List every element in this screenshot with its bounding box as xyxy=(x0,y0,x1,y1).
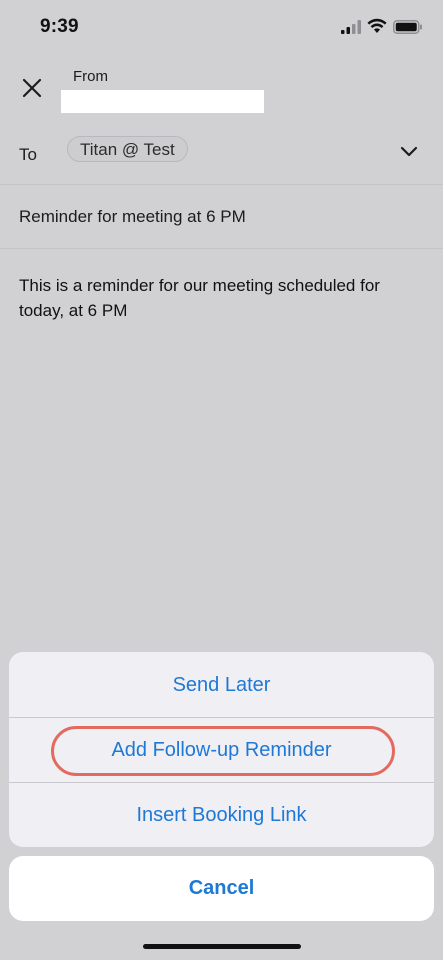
action-sheet: Send Later Add Follow-up Reminder Insert… xyxy=(9,652,434,847)
close-icon[interactable] xyxy=(20,76,44,100)
cellular-signal-icon xyxy=(341,20,361,34)
wifi-icon xyxy=(367,18,387,33)
cancel-button[interactable]: Cancel xyxy=(9,856,434,921)
recipient-chip[interactable]: Titan @ Test xyxy=(67,136,188,162)
divider xyxy=(0,184,443,185)
home-indicator xyxy=(143,944,301,949)
from-label: From xyxy=(73,68,108,85)
from-address-field[interactable] xyxy=(61,90,264,113)
subject-field[interactable]: Reminder for meeting at 6 PM xyxy=(19,207,246,227)
divider xyxy=(0,248,443,249)
compose-screen: 9:39 From To Titan @ Test Reminder for m… xyxy=(0,0,443,960)
send-later-button[interactable]: Send Later xyxy=(9,653,434,717)
status-icons xyxy=(341,18,423,38)
battery-icon xyxy=(393,20,422,34)
status-time: 9:39 xyxy=(40,16,79,37)
to-label: To xyxy=(19,145,37,164)
to-row: To Titan @ Test xyxy=(0,132,443,184)
message-body[interactable]: This is a reminder for our meeting sched… xyxy=(19,273,424,323)
add-follow-up-reminder-button[interactable]: Add Follow-up Reminder xyxy=(9,718,434,782)
chevron-down-icon[interactable] xyxy=(400,145,418,159)
status-bar: 9:39 xyxy=(0,0,443,56)
insert-booking-link-button[interactable]: Insert Booking Link xyxy=(9,783,434,847)
